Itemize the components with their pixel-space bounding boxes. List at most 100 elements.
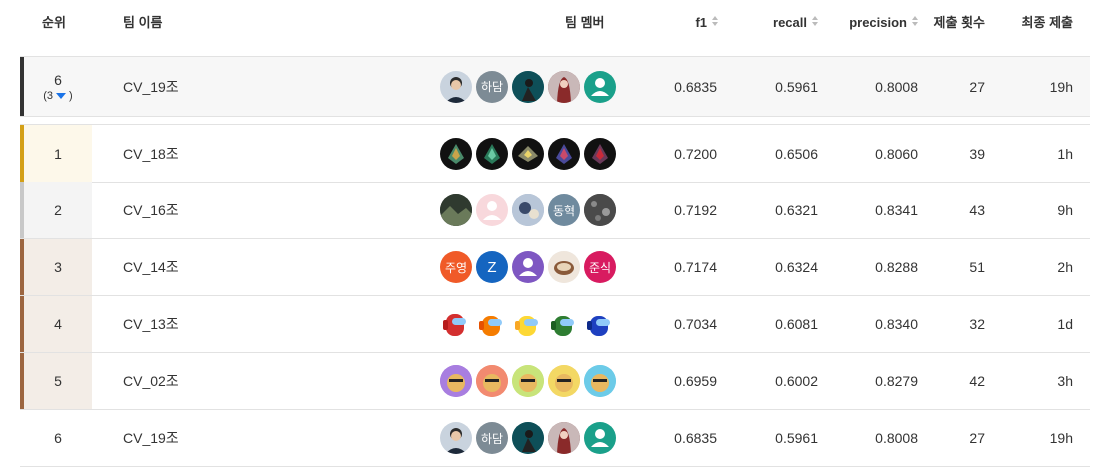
crewmate-icon[interactable] xyxy=(476,308,508,340)
spaceship-icon[interactable] xyxy=(476,137,508,170)
rank-number: 6 xyxy=(54,430,62,446)
avatar-initials[interactable]: 준식 xyxy=(584,251,616,283)
team-members xyxy=(440,296,620,352)
avatar-portrait-icon[interactable] xyxy=(548,422,580,454)
header-team-name: 팀 이름 xyxy=(123,15,163,30)
last-submission: 19h xyxy=(1049,78,1073,95)
avatar-initials[interactable]: 동혁 xyxy=(548,194,580,226)
precision-value: 0.8008 xyxy=(875,78,918,95)
header-recall-label: recall xyxy=(773,15,807,30)
f1-value: 0.6835 xyxy=(674,78,717,95)
table-row: 2 CV_16조 동혁 0.7192 0.6321 0.8341 43 9h xyxy=(20,182,1090,239)
avatar-initials[interactable]: Z xyxy=(476,251,508,283)
crewmate-icon[interactable] xyxy=(584,308,616,340)
spaceship-icon[interactable] xyxy=(512,137,544,170)
rank-number: 5 xyxy=(54,373,62,389)
table-row: 5 CV_02조 0.6959 0.6002 0.8279 42 3h xyxy=(20,353,1090,410)
avatar-initials-text: 준식 xyxy=(588,260,612,275)
avatar-person-icon[interactable] xyxy=(440,422,472,454)
sort-icon xyxy=(811,16,819,28)
rank-number: 2 xyxy=(54,202,62,218)
header-precision-sort[interactable]: precision xyxy=(849,14,919,32)
landscape-photo-icon[interactable] xyxy=(440,194,472,226)
submission-count: 43 xyxy=(969,202,985,218)
f1-value: 0.7192 xyxy=(674,202,717,218)
team-members xyxy=(440,125,620,182)
rank-number: 1 xyxy=(54,145,62,162)
sort-icon xyxy=(911,16,919,28)
sort-icon xyxy=(711,16,719,28)
recall-value: 0.6324 xyxy=(775,259,818,275)
table-row: 1 CV_18조 0.7200 0.6506 0.8060 39 1h xyxy=(20,124,1090,183)
avatar-portrait-icon[interactable] xyxy=(548,70,580,103)
header-team-members: 팀 멤버 xyxy=(565,15,605,30)
default-user-icon[interactable] xyxy=(584,70,616,103)
default-user-icon[interactable] xyxy=(476,194,508,226)
last-submission: 3h xyxy=(1057,373,1073,389)
default-user-icon[interactable] xyxy=(512,251,544,283)
submission-count: 51 xyxy=(969,259,985,275)
recall-value: 0.6081 xyxy=(775,316,818,332)
header-last-submission: 최종 제출 xyxy=(1021,15,1073,30)
rank-cell: 1 xyxy=(20,125,92,182)
team-members xyxy=(440,353,620,409)
header-submission-count: 제출 횟수 xyxy=(933,15,985,30)
submission-count: 27 xyxy=(969,78,985,95)
doge-icon[interactable] xyxy=(440,365,472,397)
arrow-down-icon xyxy=(56,92,67,99)
rank-cell: 3 xyxy=(20,239,92,295)
last-submission: 1d xyxy=(1057,316,1073,332)
avatar-figure-icon[interactable] xyxy=(512,70,544,103)
avatar-person-icon[interactable] xyxy=(440,70,472,103)
table-header: 순위 팀 이름 팀 멤버 f1 recall precision 제출 횟수 최… xyxy=(0,0,1115,46)
rank-change-value: (3 xyxy=(43,89,54,102)
avatar-initials-text: 하담 xyxy=(480,431,504,446)
avatar-initials-text: 주영 xyxy=(444,260,468,275)
spaceship-icon[interactable] xyxy=(440,137,472,170)
crewmate-icon[interactable] xyxy=(512,308,544,340)
rank-cell: 6 xyxy=(20,410,92,466)
doge-icon[interactable] xyxy=(584,365,616,397)
leaderboard-table: 순위 팀 이름 팀 멤버 f1 recall precision 제출 횟수 최… xyxy=(0,0,1115,467)
submission-count: 27 xyxy=(969,430,985,446)
avatar-figure-icon[interactable] xyxy=(512,422,544,454)
team-name: CV_18조 xyxy=(123,145,179,162)
rank-number: 4 xyxy=(54,316,62,332)
header-recall-sort[interactable]: recall xyxy=(773,14,819,32)
f1-value: 0.7034 xyxy=(674,316,717,332)
team-name: CV_19조 xyxy=(123,78,179,95)
team-name: CV_13조 xyxy=(123,316,179,332)
spaceship-icon[interactable] xyxy=(548,137,580,170)
spaceship-icon[interactable] xyxy=(584,137,616,170)
doge-icon[interactable] xyxy=(512,365,544,397)
crewmate-icon[interactable] xyxy=(440,308,472,340)
avatar-initials[interactable]: 주영 xyxy=(440,251,472,283)
recall-value: 0.5961 xyxy=(775,430,818,446)
table-row: 6 CV_19조 하담 0.6835 0.5961 0.8008 27 19h xyxy=(20,410,1090,467)
coffee-cup-icon[interactable] xyxy=(548,251,580,283)
photo-icon[interactable] xyxy=(512,194,544,226)
f1-value: 0.6835 xyxy=(674,430,717,446)
precision-value: 0.8288 xyxy=(875,259,918,275)
header-f1-label: f1 xyxy=(695,15,707,30)
header-f1-sort[interactable]: f1 xyxy=(695,14,719,32)
recall-value: 0.6321 xyxy=(775,202,818,218)
last-submission: 2h xyxy=(1057,259,1073,275)
avatar-initials[interactable]: 하담 xyxy=(476,422,508,454)
rank-number-wrap: 6 (3) xyxy=(24,57,92,116)
avatar-initials[interactable]: 하담 xyxy=(476,70,508,103)
crewmate-icon[interactable] xyxy=(548,308,580,340)
rank-cell: 2 xyxy=(20,182,92,238)
recall-value: 0.5961 xyxy=(775,78,818,95)
submission-count: 32 xyxy=(969,316,985,332)
default-user-icon[interactable] xyxy=(584,422,616,454)
rank-change-close: ) xyxy=(69,89,73,102)
last-submission: 9h xyxy=(1057,202,1073,218)
doge-icon[interactable] xyxy=(548,365,580,397)
doge-icon[interactable] xyxy=(476,365,508,397)
submission-count: 42 xyxy=(969,373,985,389)
f1-value: 0.7174 xyxy=(674,259,717,275)
nature-photo-icon[interactable] xyxy=(584,194,616,226)
header-precision-label: precision xyxy=(849,15,907,30)
f1-value: 0.6959 xyxy=(674,373,717,389)
